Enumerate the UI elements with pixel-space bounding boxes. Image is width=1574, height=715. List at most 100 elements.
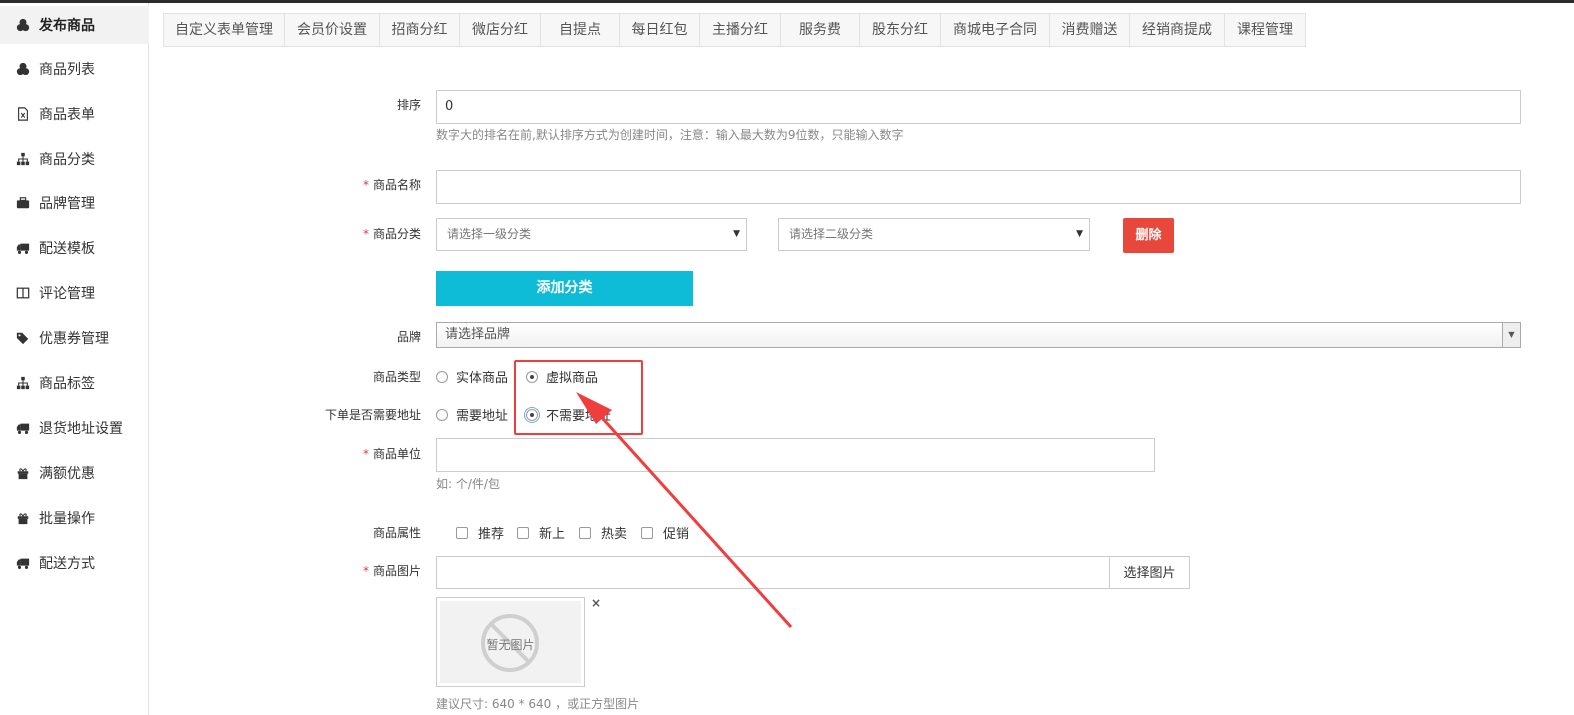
truck-icon [15, 420, 31, 436]
tab-consumption-gift[interactable]: 消费赠送 [1050, 13, 1130, 47]
sidebar-item-label: 品牌管理 [39, 196, 95, 212]
sidebar-item-brand-management[interactable]: 品牌管理 [0, 184, 149, 222]
sidebar-item-goods-category[interactable]: 商品分类 [0, 140, 149, 178]
sidebar-item-label: 商品分类 [39, 152, 95, 168]
unit-help-text: 如: 个/件/包 [436, 477, 500, 491]
sidebar-item-batch-operations[interactable]: 批量操作 [0, 499, 149, 537]
annotation-highlight-box [514, 360, 643, 435]
remove-image-icon[interactable]: × [591, 596, 601, 610]
sidebar-item-label: 配送方式 [39, 556, 95, 572]
image-preview: 暂无图片 [436, 597, 585, 687]
dropdown-caret-icon: ▼ [733, 229, 740, 239]
no-image-placeholder: 暂无图片 [440, 601, 581, 683]
need-address-label: 下单是否需要地址 [324, 408, 421, 422]
checkbox-box[interactable] [641, 526, 653, 539]
checkbox-box[interactable] [456, 526, 468, 539]
radio-need-address[interactable]: 需要地址 [436, 405, 508, 424]
second-category-select[interactable]: 请选择二级分类 ▼ [778, 218, 1090, 251]
delete-category-button[interactable]: 删除 [1123, 218, 1174, 253]
dropdown-caret-icon: ▼ [1502, 323, 1520, 347]
goods-attributes-label: 商品属性 [372, 526, 421, 540]
goods-category-label: * 商品分类 [362, 227, 421, 241]
tab-pickup-point[interactable]: 自提点 [541, 13, 620, 47]
image-path-input[interactable] [436, 556, 1110, 589]
sidebar-item-label: 发布商品 [39, 18, 95, 34]
radio-physical-goods[interactable]: 实体商品 [436, 367, 508, 386]
tab-shareholder-dividend[interactable]: 股东分红 [860, 13, 941, 47]
dropdown-caret-icon: ▼ [1076, 229, 1083, 239]
sidebar-item-label: 评论管理 [39, 286, 95, 302]
columns-icon [15, 285, 31, 301]
checkbox-box[interactable] [579, 526, 591, 539]
checkbox-hot[interactable]: 热卖 [579, 523, 627, 542]
sort-label: 排序 [396, 98, 421, 112]
top-tabs: 自定义表单管理 会员价设置 招商分红 微店分红 自提点 每日红包 主播分红 服务… [163, 13, 1306, 47]
sidebar-item-label: 满额优惠 [39, 466, 95, 482]
tab-distributor-commission[interactable]: 经销商提成 [1130, 13, 1225, 47]
goods-icon [15, 61, 31, 77]
sitemap-icon [15, 151, 31, 167]
first-category-select[interactable]: 请选择一级分类 ▼ [436, 218, 747, 251]
goods-unit-label: * 商品单位 [362, 447, 421, 461]
image-help-text: 建议尺寸: 640 * 640 ，或正方型图片 [436, 697, 640, 711]
checkbox-promotion[interactable]: 促销 [641, 523, 689, 542]
gift-icon [15, 465, 31, 481]
tab-custom-form[interactable]: 自定义表单管理 [163, 13, 285, 47]
checkbox-recommended[interactable]: 推荐 [456, 523, 504, 542]
required-mark: * [362, 227, 369, 241]
sidebar-item-goods-tags[interactable]: 商品标签 [0, 364, 149, 402]
radio-circle[interactable] [436, 408, 448, 421]
sidebar-item-publish-goods[interactable]: 发布商品 [0, 6, 149, 44]
tab-anchor-dividend[interactable]: 主播分红 [700, 13, 781, 47]
sidebar-item-comment-management[interactable]: 评论管理 [0, 274, 149, 312]
checkbox-box[interactable] [517, 526, 529, 539]
sidebar-item-full-discount[interactable]: 满额优惠 [0, 454, 149, 492]
tab-service-fee[interactable]: 服务费 [781, 13, 860, 47]
gift-icon [15, 510, 31, 526]
add-category-button[interactable]: 添加分类 [436, 271, 693, 306]
excel-file-icon [15, 106, 31, 122]
required-mark: * [362, 178, 369, 192]
tab-microstore-dividend[interactable]: 微店分红 [460, 13, 541, 47]
sidebar-item-goods-list[interactable]: 商品列表 [0, 50, 149, 88]
no-image-text: 暂无图片 [486, 638, 535, 652]
goods-type-label: 商品类型 [372, 370, 421, 384]
truck-icon [15, 240, 31, 256]
checkbox-new[interactable]: 新上 [517, 523, 565, 542]
sitemap-icon [15, 375, 31, 391]
truck-icon [15, 555, 31, 571]
sidebar-item-label: 配送模板 [39, 241, 95, 257]
brand-select[interactable]: 请选择品牌 ▼ [436, 322, 1521, 348]
brand-label: 品牌 [396, 330, 421, 344]
sidebar-item-return-address[interactable]: 退货地址设置 [0, 409, 149, 447]
required-mark: * [362, 564, 369, 578]
sort-help-text: 数字大的排名在前,默认排序方式为创建时间，注意：输入最大数为9位数，只能输入数字 [436, 128, 904, 142]
sidebar-item-label: 商品标签 [39, 376, 95, 392]
goods-unit-input[interactable] [436, 438, 1155, 472]
tab-e-contract[interactable]: 商城电子合同 [941, 13, 1050, 47]
tags-icon [15, 330, 31, 346]
sidebar-item-coupon-management[interactable]: 优惠券管理 [0, 319, 149, 357]
required-mark: * [362, 447, 369, 461]
goods-name-label: * 商品名称 [362, 178, 421, 192]
sidebar-item-label: 批量操作 [39, 511, 95, 527]
goods-image-label: * 商品图片 [362, 564, 421, 578]
top-border [0, 0, 1574, 3]
radio-circle[interactable] [436, 370, 448, 383]
select-image-button[interactable]: 选择图片 [1109, 556, 1190, 589]
sort-input[interactable]: 0 [436, 90, 1521, 124]
tab-course-management[interactable]: 课程管理 [1225, 13, 1306, 47]
sidebar-item-label: 商品表单 [39, 107, 95, 123]
goods-icon [15, 17, 31, 33]
tab-merchant-dividend[interactable]: 招商分红 [380, 13, 460, 47]
sidebar: 发布商品 商品列表 商品表单 商品分类 品牌管理 配送模板 评论管理 优惠券管理… [0, 3, 149, 715]
sidebar-item-delivery-method[interactable]: 配送方式 [0, 544, 149, 582]
sidebar-item-label: 商品列表 [39, 62, 95, 78]
tab-member-price[interactable]: 会员价设置 [285, 13, 380, 47]
sidebar-item-label: 优惠券管理 [39, 331, 109, 347]
goods-name-input[interactable] [436, 170, 1521, 204]
tab-daily-red-packet[interactable]: 每日红包 [620, 13, 700, 47]
sidebar-item-delivery-template[interactable]: 配送模板 [0, 229, 149, 267]
briefcase-icon [15, 195, 31, 211]
sidebar-item-goods-form[interactable]: 商品表单 [0, 95, 149, 133]
